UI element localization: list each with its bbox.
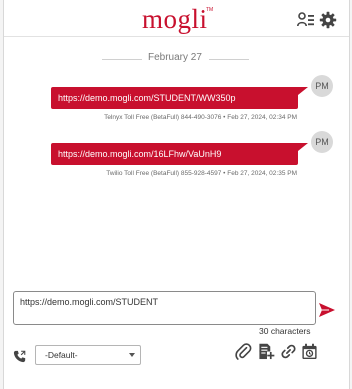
mogli-logo: mogli bbox=[142, 4, 208, 34]
template-select[interactable]: -Default- bbox=[35, 345, 141, 365]
user-list-icon[interactable] bbox=[297, 11, 315, 29]
message-input[interactable]: https://demo.mogli.com/STUDENT bbox=[13, 291, 316, 325]
add-template-icon[interactable] bbox=[258, 343, 275, 360]
phone-icon bbox=[13, 350, 26, 363]
message-bubble-tail bbox=[298, 143, 308, 151]
divider-line-left bbox=[102, 59, 142, 60]
date-label: February 27 bbox=[148, 52, 202, 63]
date-divider: February 27 bbox=[4, 52, 349, 66]
header: mogli TM bbox=[4, 0, 349, 37]
link-icon[interactable] bbox=[280, 343, 297, 360]
avatar: PM bbox=[311, 75, 333, 97]
paperclip-icon[interactable] bbox=[235, 343, 252, 360]
messaging-panel: mogli TM February 27 PM https://demo.mog… bbox=[3, 0, 350, 389]
gear-icon[interactable] bbox=[319, 11, 337, 29]
template-select-value: -Default- bbox=[45, 350, 78, 360]
chevron-down-icon bbox=[129, 353, 135, 357]
outgoing-message-bubble[interactable]: https://demo.mogli.com/16LFhw/VaUnH9 bbox=[51, 143, 298, 165]
message-meta: Telnyx Toll Free (BetaFull) 844-490-3076… bbox=[104, 114, 297, 121]
character-count: 30 characters bbox=[259, 326, 311, 336]
message-bubble-tail bbox=[298, 87, 308, 95]
divider-line-right bbox=[209, 59, 249, 60]
avatar: PM bbox=[311, 131, 333, 153]
send-icon[interactable] bbox=[318, 302, 336, 318]
logo-trademark: TM bbox=[206, 7, 214, 13]
schedule-calendar-icon[interactable] bbox=[301, 343, 318, 360]
message-meta: Twilio Toll Free (BetaFull) 855-928-4597… bbox=[106, 170, 297, 177]
outgoing-message-bubble[interactable]: https://demo.mogli.com/STUDENT/WW350p bbox=[51, 87, 298, 109]
